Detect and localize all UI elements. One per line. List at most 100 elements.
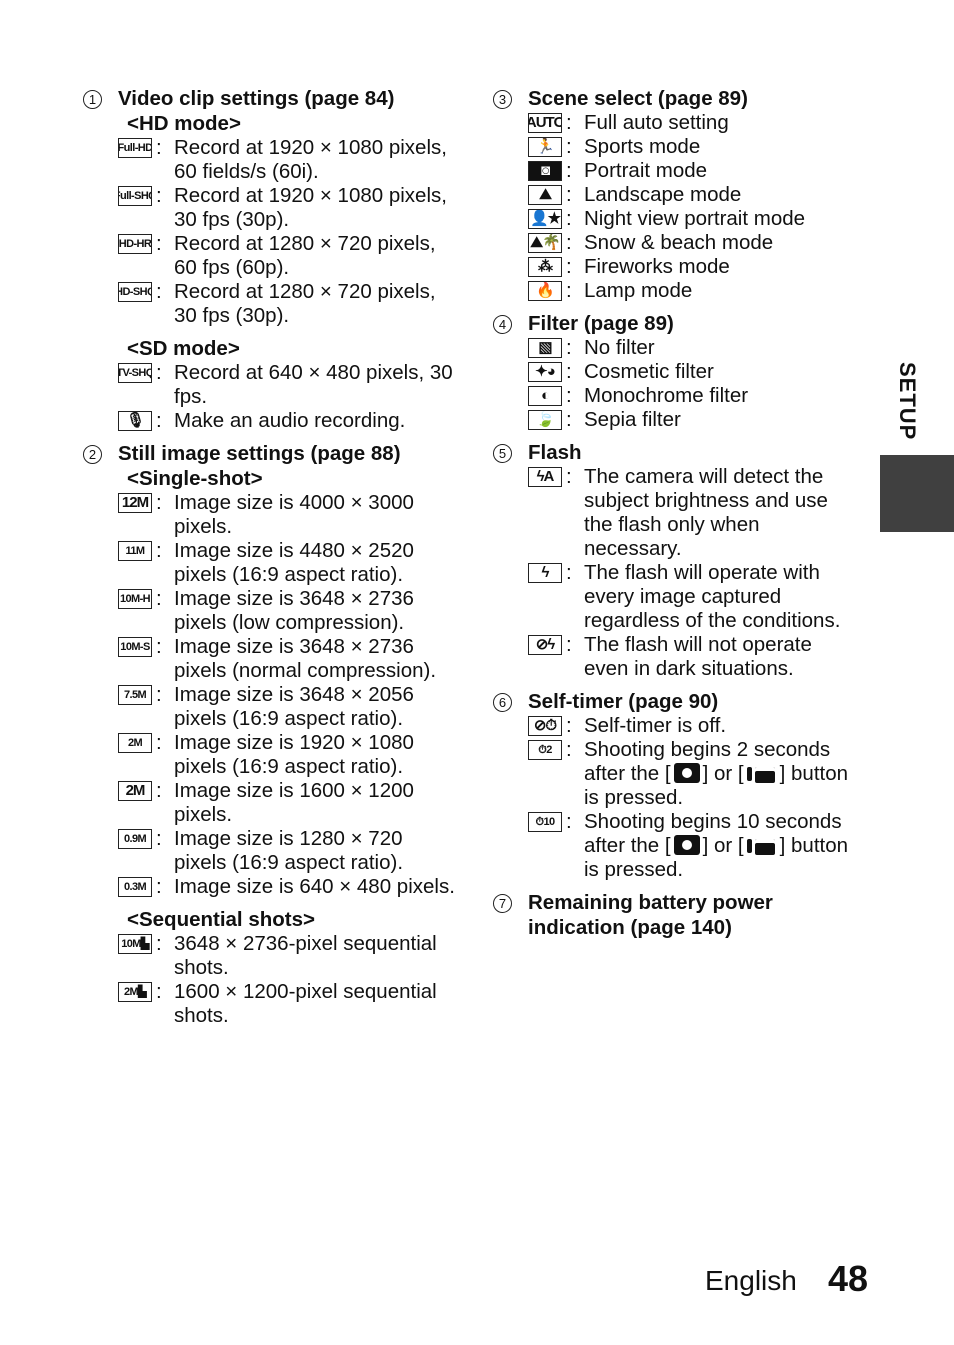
flash-auto-icon: ϟA bbox=[528, 467, 562, 487]
full-hd-icon: Full-HD bbox=[118, 138, 152, 158]
list-item: ✦◕: Cosmetic filter bbox=[528, 360, 860, 384]
list-item: 🎙: Make an audio recording. bbox=[118, 409, 460, 433]
item-description: Night view portrait mode bbox=[584, 207, 806, 230]
portrait-icon: ◙ bbox=[528, 161, 562, 181]
section-flash: 5 Flash ϟA: The camera will detect the su… bbox=[490, 440, 860, 681]
colon: : bbox=[566, 360, 572, 383]
footer-language: English bbox=[705, 1265, 797, 1296]
hd-hr-icon: HD-HR bbox=[118, 234, 152, 254]
list-item: ⊘ϟ: The flash will not operate even in da… bbox=[528, 633, 860, 681]
colon: : bbox=[156, 587, 162, 610]
section-title: Remaining battery power indication (page… bbox=[528, 891, 773, 939]
list-item: HD-SHQ: Record at 1280 × 720 pixels, 30 f… bbox=[118, 280, 460, 328]
section-video-clip-settings: 1 Video clip settings (page 84) <HD mode… bbox=[80, 86, 460, 433]
item-description: The flash will not operate even in dark … bbox=[584, 633, 812, 680]
section-battery-indication: 7 Remaining battery power indication (pa… bbox=[490, 890, 860, 940]
item-description: No filter bbox=[584, 336, 655, 359]
item-description: Monochrome filter bbox=[584, 384, 749, 407]
item-description: Cosmetic filter bbox=[584, 360, 714, 383]
colon: : bbox=[156, 184, 162, 207]
auto-icon: AUTO bbox=[528, 113, 562, 133]
colon: : bbox=[566, 231, 572, 254]
colon: : bbox=[566, 135, 572, 158]
item-description: Record at 1280 × 720 pixels, 30 fps (30p… bbox=[174, 280, 436, 327]
colon: : bbox=[156, 875, 162, 898]
section-number: 3 bbox=[493, 90, 512, 109]
item-description: Image size is 4480 × 2520 pixels (16:9 a… bbox=[174, 539, 414, 586]
item-description: Landscape mode bbox=[584, 183, 742, 206]
colon: : bbox=[566, 255, 572, 278]
list-item: 0.3M: Image size is 640 × 480 pixels. bbox=[118, 875, 460, 899]
video-button-icon bbox=[746, 835, 777, 855]
side-tab-block bbox=[880, 455, 954, 532]
list-item: 10M▙:3648 × 2736-pixel sequential shots. bbox=[118, 932, 460, 980]
self-timer-2s-icon: ⏱2 bbox=[528, 740, 562, 760]
item-description: Sports mode bbox=[584, 135, 701, 158]
section-title: Still image settings (page 88) bbox=[118, 442, 401, 465]
colon: : bbox=[156, 827, 162, 850]
colon: : bbox=[156, 731, 162, 754]
list-item: ◐: Monochrome filter bbox=[528, 384, 860, 408]
fireworks-icon: ⁂ bbox=[528, 257, 562, 277]
colon: : bbox=[566, 810, 572, 833]
subheading-sd-mode: <SD mode> bbox=[127, 337, 240, 360]
section-number: 1 bbox=[83, 90, 102, 109]
list-item: 🏃: Sports mode bbox=[528, 135, 860, 159]
item-description: Shooting begins 10 seconds after the [] … bbox=[584, 810, 860, 882]
list-item: ⏱10: Shooting begins 10 seconds after th… bbox=[528, 810, 860, 882]
item-description: Full auto setting bbox=[584, 111, 729, 134]
12m-icon: 12M bbox=[118, 493, 152, 513]
item-description: Image size is 3648 × 2056 pixels (16:9 a… bbox=[174, 683, 414, 730]
camera-button-icon bbox=[673, 763, 700, 783]
list-item: AUTO: Full auto setting bbox=[528, 111, 860, 135]
item-description: Shooting begins 2 seconds after the [] o… bbox=[584, 738, 860, 810]
section-number: 7 bbox=[493, 894, 512, 913]
colon: : bbox=[566, 561, 572, 584]
list-item: ⁂: Fireworks mode bbox=[528, 255, 860, 279]
colon: : bbox=[156, 232, 162, 255]
item-description: Image size is 1280 × 720 pixels (16:9 as… bbox=[174, 827, 404, 874]
colon: : bbox=[566, 279, 572, 302]
item-description: Record at 1280 × 720 pixels, 60 fps (60p… bbox=[174, 232, 436, 279]
2m-icon: 2M bbox=[118, 781, 152, 801]
desc-part: ] or [ bbox=[702, 834, 744, 857]
colon: : bbox=[156, 136, 162, 159]
item-description: Image size is 1600 × 1200 pixels. bbox=[174, 779, 414, 826]
video-button-icon bbox=[746, 763, 777, 783]
list-item: HD-HR: Record at 1280 × 720 pixels, 60 fp… bbox=[118, 232, 460, 280]
list-item: TV-SHQ: Record at 640 × 480 pixels, 30 fp… bbox=[118, 361, 460, 409]
list-item: 12M: Image size is 4000 × 3000 pixels. bbox=[118, 491, 460, 539]
list-item: ◙: Portrait mode bbox=[528, 159, 860, 183]
item-description: Make an audio recording. bbox=[174, 409, 406, 432]
colon: : bbox=[156, 409, 162, 432]
item-description: The flash will operate with every image … bbox=[584, 561, 841, 632]
colon: : bbox=[156, 980, 162, 1003]
microphone-icon: 🎙 bbox=[118, 411, 152, 431]
no-filter-icon: ▧ bbox=[528, 338, 562, 358]
sports-icon: 🏃 bbox=[528, 137, 562, 157]
section-number: 2 bbox=[83, 445, 102, 464]
0-3m-icon: 0.3M bbox=[118, 877, 152, 897]
colon: : bbox=[566, 111, 572, 134]
colon: : bbox=[566, 633, 572, 656]
landscape-icon: ⛰ bbox=[528, 185, 562, 205]
item-description: Image size is 1920 × 1080 pixels (16:9 a… bbox=[174, 731, 414, 778]
colon: : bbox=[566, 738, 572, 761]
item-description: Record at 1920 × 1080 pixels, 60 fields/… bbox=[174, 136, 447, 183]
item-description: Sepia filter bbox=[584, 408, 681, 431]
page-number: 48 bbox=[828, 1258, 869, 1299]
item-description: 3648 × 2736-pixel sequential shots. bbox=[174, 932, 437, 979]
hd-shq-icon: HD-SHQ bbox=[118, 282, 152, 302]
10m-sequential-icon: 10M▙ bbox=[118, 934, 152, 954]
camera-button-icon bbox=[673, 835, 700, 855]
colon: : bbox=[566, 159, 572, 182]
item-description: Record at 640 × 480 pixels, 30 fps. bbox=[174, 361, 453, 408]
list-item: 🔥: Lamp mode bbox=[528, 279, 860, 303]
monochrome-filter-icon: ◐ bbox=[528, 386, 562, 406]
item-description: Image size is 4000 × 3000 pixels. bbox=[174, 491, 414, 538]
self-timer-10s-icon: ⏱10 bbox=[528, 812, 562, 832]
lamp-icon: 🔥 bbox=[528, 281, 562, 301]
item-description: The camera will detect the subject brigh… bbox=[584, 465, 828, 560]
section-scene-select: 3 Scene select (page 89) AUTO: Full auto … bbox=[490, 86, 860, 303]
list-item: Full-HD: Record at 1920 × 1080 pixels, 60… bbox=[118, 136, 460, 184]
